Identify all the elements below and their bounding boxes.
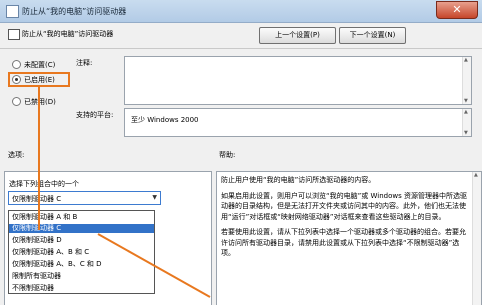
annotation-line-diagonal [97,233,211,298]
annotation-arrow-svg [97,233,211,298]
